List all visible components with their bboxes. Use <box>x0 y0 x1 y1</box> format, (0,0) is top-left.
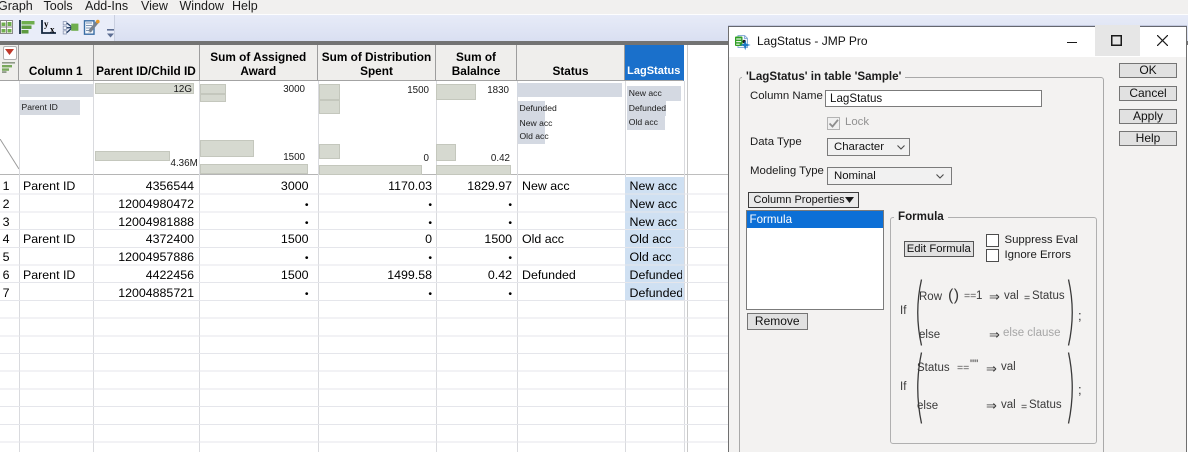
svg-text:y: y <box>44 19 49 29</box>
svg-text:x: x <box>50 25 55 35</box>
